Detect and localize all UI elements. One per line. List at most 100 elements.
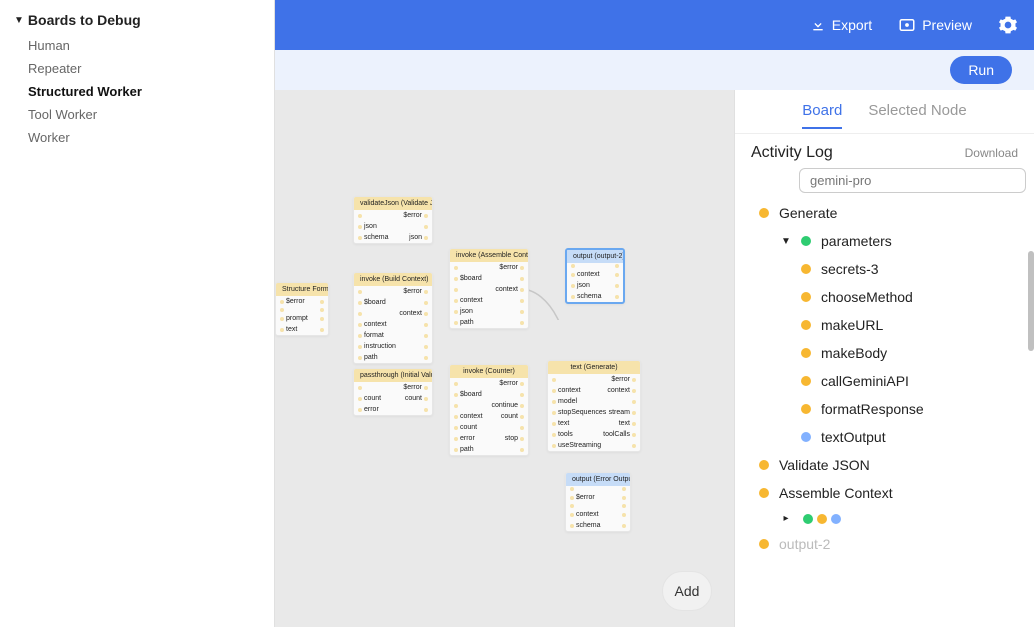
port-in[interactable]: [454, 379, 460, 388]
port-in[interactable]: [358, 309, 364, 318]
port-in[interactable]: tools: [552, 430, 573, 439]
activity-log[interactable]: gemini-pro Generate▼parameterssecrets-3c…: [735, 166, 1034, 627]
port-in[interactable]: text: [552, 419, 569, 428]
port-out[interactable]: count: [405, 394, 428, 403]
port-in[interactable]: json: [358, 222, 377, 231]
port-in[interactable]: [358, 211, 364, 220]
sidebar-header[interactable]: ▼ Boards to Debug: [14, 12, 260, 28]
port-out[interactable]: context: [607, 386, 636, 395]
port-in[interactable]: [358, 383, 364, 392]
node-errout[interactable]: output (Error Output)$errorcontextschema: [565, 472, 631, 532]
port-in[interactable]: instruction: [358, 342, 396, 351]
port-in[interactable]: schema: [571, 292, 602, 301]
port-out[interactable]: $error: [499, 263, 524, 272]
port-in[interactable]: $error: [280, 297, 305, 306]
node-buildctx[interactable]: invoke (Build Context)$error$boardcontex…: [353, 272, 433, 364]
download-link[interactable]: Download: [965, 146, 1018, 160]
port-in[interactable]: count: [358, 394, 381, 403]
sidebar-item-worker[interactable]: Worker: [14, 126, 260, 149]
node-generate[interactable]: text (Generate)$errorcontextcontextmodel…: [547, 360, 641, 452]
port-out[interactable]: [518, 445, 524, 454]
port-out[interactable]: [620, 504, 626, 508]
port-in[interactable]: schema: [358, 233, 389, 242]
port-out[interactable]: [613, 264, 619, 268]
port-out[interactable]: [518, 274, 524, 283]
port-out[interactable]: [613, 270, 619, 279]
port-in[interactable]: [570, 504, 576, 508]
log-row-formatResponse[interactable]: formatResponse: [759, 395, 1026, 423]
node-output2[interactable]: output (output-2)contextjsonschema: [565, 248, 625, 304]
port-out[interactable]: [422, 342, 428, 351]
log-row-makeURL[interactable]: makeURL: [759, 311, 1026, 339]
port-out[interactable]: [620, 493, 626, 502]
port-in[interactable]: json: [454, 307, 473, 316]
port-in[interactable]: [454, 263, 460, 272]
port-in[interactable]: [454, 401, 460, 410]
port-in[interactable]: [280, 308, 286, 312]
port-in[interactable]: model: [552, 397, 577, 406]
port-out[interactable]: [620, 487, 626, 491]
port-out[interactable]: [630, 441, 636, 450]
sidebar-item-tool-worker[interactable]: Tool Worker: [14, 103, 260, 126]
port-out[interactable]: $error: [403, 287, 428, 296]
port-out[interactable]: [630, 397, 636, 406]
port-in[interactable]: context: [454, 296, 483, 305]
port-in[interactable]: $board: [358, 298, 386, 307]
port-in[interactable]: prompt: [280, 314, 308, 323]
sidebar-item-structured-worker[interactable]: Structured Worker: [14, 80, 260, 103]
port-out[interactable]: [620, 510, 626, 519]
port-in[interactable]: path: [454, 445, 474, 454]
scrollbar-thumb[interactable]: [1028, 251, 1034, 351]
port-in[interactable]: $error: [570, 493, 595, 502]
port-out[interactable]: [422, 353, 428, 362]
port-out[interactable]: [518, 318, 524, 327]
port-in[interactable]: [571, 264, 577, 268]
log-row-Assemble Context[interactable]: Assemble Context: [759, 479, 1026, 507]
port-in[interactable]: path: [454, 318, 474, 327]
port-out[interactable]: stop: [505, 434, 524, 443]
port-in[interactable]: [454, 285, 460, 294]
settings-button[interactable]: [998, 15, 1018, 35]
port-in[interactable]: error: [454, 434, 475, 443]
node-counter[interactable]: invoke (Counter)$error$boardcontinuecont…: [449, 364, 529, 456]
port-out[interactable]: [318, 308, 324, 312]
port-in[interactable]: path: [358, 353, 378, 362]
port-in[interactable]: format: [358, 331, 384, 340]
port-in[interactable]: [358, 287, 364, 296]
node-validate[interactable]: validateJson (Validate JSON)$errorjsonsc…: [353, 196, 433, 244]
log-row-Validate JSON[interactable]: Validate JSON: [759, 451, 1026, 479]
port-out[interactable]: continue: [492, 401, 524, 410]
port-in[interactable]: context: [570, 510, 599, 519]
run-button[interactable]: Run: [950, 56, 1012, 84]
port-in[interactable]: context: [358, 320, 387, 329]
port-out[interactable]: [422, 405, 428, 414]
port-out[interactable]: [422, 298, 428, 307]
port-out[interactable]: [518, 296, 524, 305]
port-out[interactable]: [620, 521, 626, 530]
port-out[interactable]: stream: [609, 408, 636, 417]
port-in[interactable]: $board: [454, 274, 482, 283]
port-in[interactable]: error: [358, 405, 379, 414]
add-node-button[interactable]: Add: [662, 571, 712, 611]
port-in[interactable]: count: [454, 423, 477, 432]
port-in[interactable]: [552, 375, 558, 384]
port-out[interactable]: [318, 314, 324, 323]
tab-board[interactable]: Board: [802, 102, 842, 129]
port-out[interactable]: [518, 390, 524, 399]
port-in[interactable]: $board: [454, 390, 482, 399]
preview-button[interactable]: Preview: [898, 16, 972, 34]
port-out[interactable]: $error: [403, 383, 428, 392]
port-out[interactable]: text: [619, 419, 636, 428]
port-out[interactable]: $error: [499, 379, 524, 388]
sidebar-item-repeater[interactable]: Repeater: [14, 57, 260, 80]
port-out[interactable]: [422, 320, 428, 329]
port-in[interactable]: json: [571, 281, 590, 290]
port-out[interactable]: count: [501, 412, 524, 421]
graph-canvas[interactable]: Structure Formatter)$errorprompttextvali…: [275, 90, 734, 627]
port-in[interactable]: context: [571, 270, 600, 279]
log-row-secrets-3[interactable]: secrets-3: [759, 255, 1026, 283]
port-in[interactable]: context: [552, 386, 581, 395]
port-in[interactable]: useStreaming: [552, 441, 601, 450]
tab-selected-node[interactable]: Selected Node: [868, 102, 966, 129]
port-in[interactable]: [570, 487, 576, 491]
